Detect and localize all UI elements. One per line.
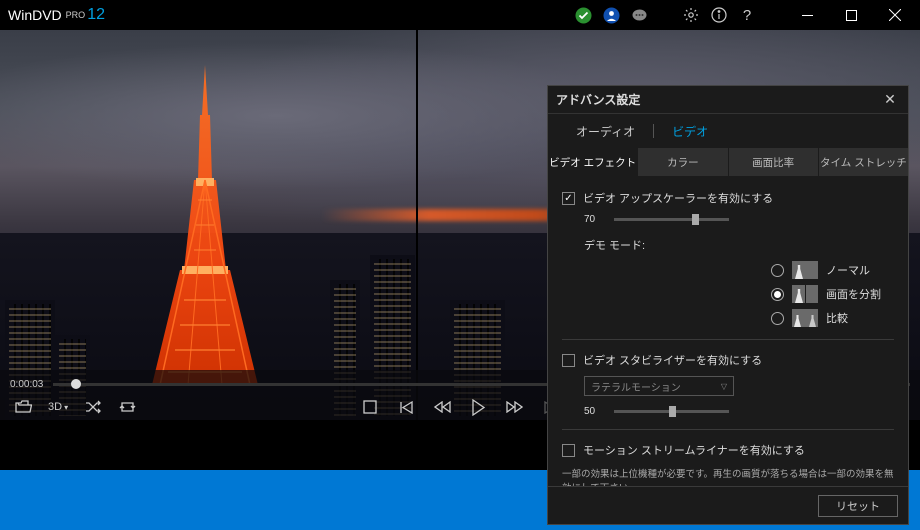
stop-button[interactable]	[361, 398, 379, 416]
upscaler-label: ビデオ アップスケーラーを有効にする	[583, 190, 773, 206]
app-name: WinDVD	[8, 7, 62, 23]
rewind-button[interactable]	[433, 398, 451, 416]
play-button[interactable]	[469, 398, 487, 416]
account-icon[interactable]	[602, 6, 620, 24]
panel-close-button[interactable]: ✕	[880, 91, 900, 108]
panel-header: アドバンス設定 ✕	[548, 86, 908, 114]
streamliner-label: モーション ストリームライナーを有効にする	[583, 442, 805, 458]
stabilizer-slider[interactable]	[614, 410, 729, 413]
advanced-settings-panel: アドバンス設定 ✕ オーディオ ビデオ ビデオ エフェクト カラー 画面比率 タ…	[547, 85, 909, 525]
upscaler-checkbox[interactable]	[562, 192, 575, 205]
info-icon[interactable]	[710, 6, 728, 24]
note-text-1: 一部の効果は上位機種が必要です。再生の画質が落ちる場合は一部の効果を無効にして下…	[562, 468, 894, 486]
upscaler-slider[interactable]	[614, 218, 729, 221]
maximize-button[interactable]	[834, 1, 868, 29]
split-divider	[416, 30, 418, 420]
app-edition: PRO	[66, 10, 86, 20]
tab-video[interactable]: ビデオ	[654, 115, 726, 148]
sub-tabs: ビデオ エフェクト カラー 画面比率 タイム ストレッチ	[548, 148, 908, 176]
stabilizer-value: 50	[584, 406, 604, 417]
compare-mode-icon	[792, 309, 818, 327]
minimize-button[interactable]	[790, 1, 824, 29]
reset-button[interactable]: リセット	[818, 495, 898, 517]
help-icon[interactable]: ?	[738, 6, 756, 24]
close-button[interactable]	[878, 1, 912, 29]
app-title: WinDVD PRO 12	[8, 6, 105, 24]
panel-footer: リセット	[548, 486, 908, 524]
subtab-ratio[interactable]: 画面比率	[729, 148, 819, 176]
tab-audio[interactable]: オーディオ	[558, 115, 653, 148]
stabilizer-dropdown-value: ラテラルモーション	[591, 379, 681, 394]
prev-button[interactable]	[397, 398, 415, 416]
radio-compare-label: 比較	[826, 310, 886, 326]
subtab-color[interactable]: カラー	[638, 148, 728, 176]
radio-compare[interactable]	[771, 312, 784, 325]
shuffle-button[interactable]	[84, 398, 102, 416]
3d-button[interactable]: 3D▾	[48, 401, 68, 413]
subtab-stretch[interactable]: タイム ストレッチ	[819, 148, 908, 176]
stabilizer-label: ビデオ スタビライザーを有効にする	[583, 352, 762, 368]
panel-title: アドバンス設定	[556, 91, 880, 108]
stabilizer-checkbox[interactable]	[562, 354, 575, 367]
streamliner-checkbox[interactable]	[562, 444, 575, 457]
split-mode-icon	[792, 285, 818, 303]
demo-mode-label: デモ モード:	[584, 237, 894, 253]
radio-split[interactable]	[771, 288, 784, 301]
message-icon[interactable]	[630, 6, 648, 24]
upscaler-value: 70	[584, 214, 604, 225]
status-ok-icon[interactable]	[574, 6, 592, 24]
titlebar-icons: ?	[574, 1, 912, 29]
main-tabs: オーディオ ビデオ	[548, 114, 908, 148]
stabilizer-dropdown[interactable]: ラテラルモーション ▽	[584, 376, 734, 396]
radio-normal-label: ノーマル	[826, 262, 886, 278]
open-file-button[interactable]	[14, 398, 32, 416]
titlebar: WinDVD PRO 12 ?	[0, 0, 920, 30]
chevron-down-icon: ▽	[721, 382, 727, 391]
forward-button[interactable]	[505, 398, 523, 416]
time-display: 0:00:03	[10, 379, 43, 390]
radio-normal[interactable]	[771, 264, 784, 277]
repeat-button[interactable]	[118, 398, 136, 416]
subtab-effect[interactable]: ビデオ エフェクト	[548, 148, 638, 176]
app-version: 12	[87, 6, 105, 24]
settings-icon[interactable]	[682, 6, 700, 24]
normal-mode-icon	[792, 261, 818, 279]
radio-split-label: 画面を分割	[826, 286, 886, 302]
panel-body: ビデオ アップスケーラーを有効にする 70 デモ モード: ノーマル 画面を分割	[548, 176, 908, 486]
